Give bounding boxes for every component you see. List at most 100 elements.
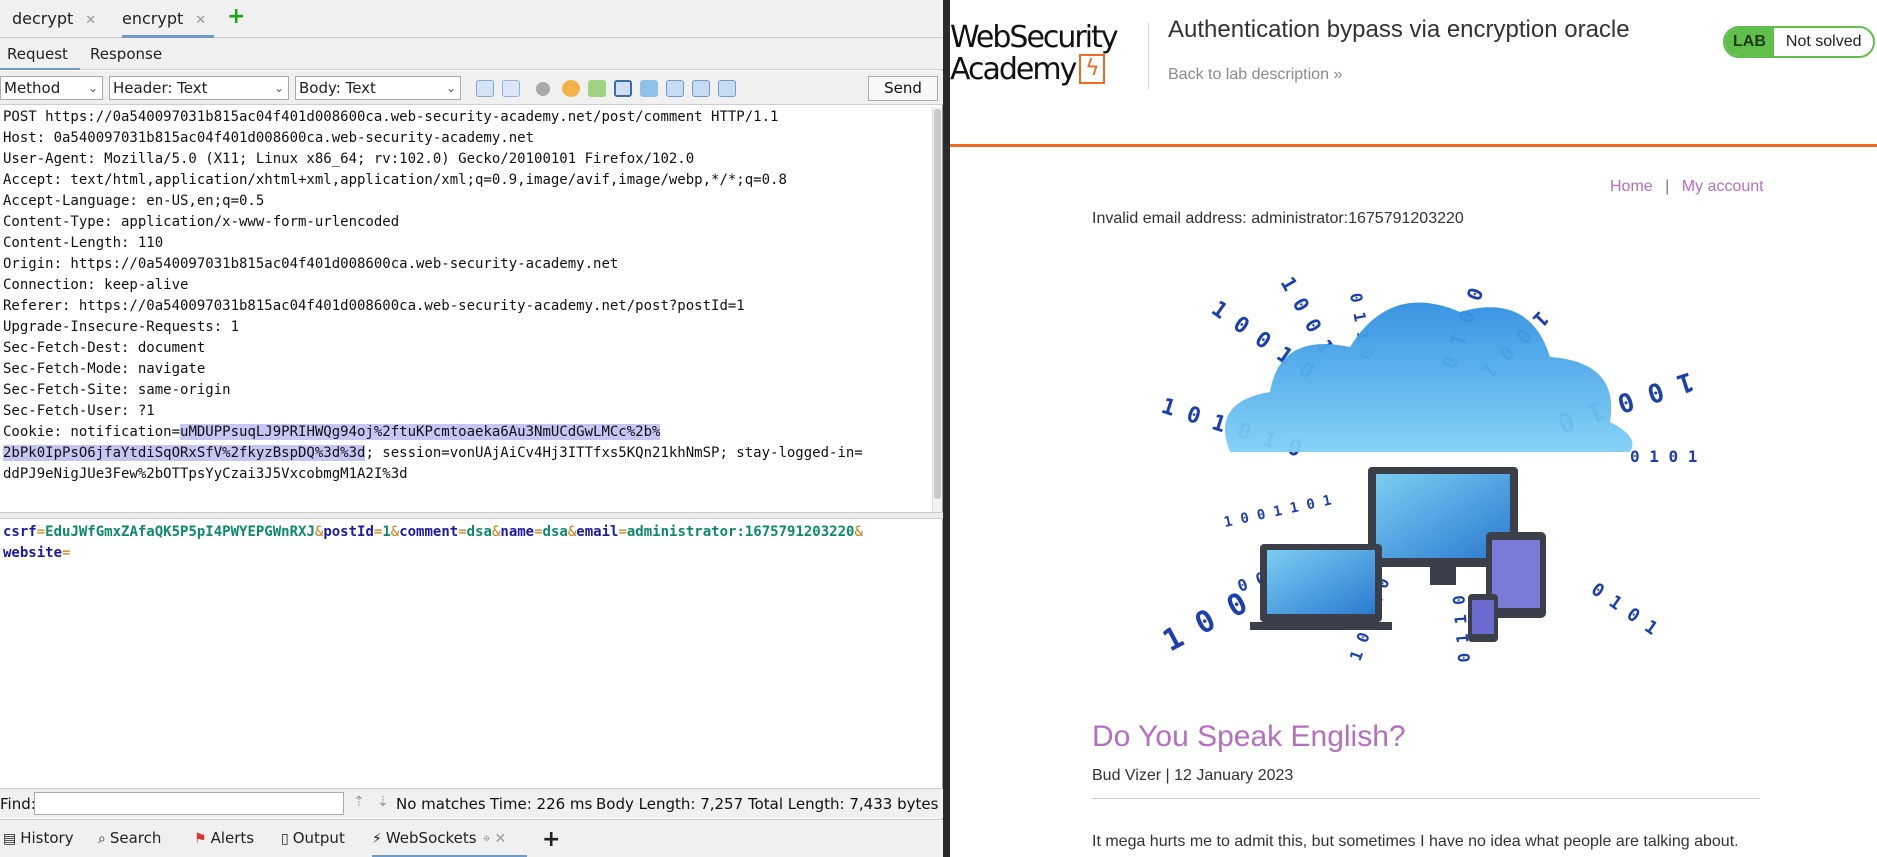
tab-websockets-label: WebSockets — [385, 829, 477, 847]
layout-split-icon[interactable] — [502, 80, 520, 97]
pin-icon[interactable]: ⌖ — [483, 821, 491, 857]
request-line: Sec-Fetch-Mode: navigate — [3, 361, 206, 377]
logo-line-2: Academy — [950, 52, 1077, 87]
find-input[interactable] — [34, 792, 344, 815]
find-matches: No matches — [396, 795, 486, 813]
request-line: Connection: keep-alive — [3, 277, 189, 293]
close-icon[interactable]: ✕ — [494, 821, 506, 857]
param-key: comment — [399, 524, 459, 540]
expand-icon[interactable] — [614, 80, 632, 97]
cookie-line-2: 2bPk0IpPsO6jfaYtdiSqORxSfV%2fkyzBspDQ%3d… — [3, 443, 930, 464]
bottom-tabs: ▤ History ⌕ Search ⚑ Alerts ▯ Output ⚡ WebSoc… — [0, 819, 943, 857]
method-select[interactable]: Method ⌄ — [0, 76, 103, 100]
request-editor-pane: decrypt ✕ encrypt ✕ + Request Response Met… — [0, 0, 943, 857]
request-line: Content-Type: application/x-www-form-url… — [3, 214, 400, 230]
close-icon[interactable]: ✕ — [195, 13, 206, 28]
request-header-editor[interactable]: POST https://0a540097031b815ac04f401d008… — [0, 107, 930, 512]
view-side-by-side-icon[interactable] — [718, 80, 736, 97]
view-response-icon[interactable] — [692, 80, 710, 97]
split-handle[interactable] — [0, 512, 943, 519]
tab-search[interactable]: ⌕ Search — [98, 820, 161, 857]
find-label: Find: — [0, 795, 36, 813]
cloud-shape — [1225, 302, 1633, 452]
body-view-select[interactable]: Body: Text ⌄ — [295, 76, 461, 100]
arrow-up-icon[interactable]: ⇡ — [353, 794, 365, 810]
script-tabs: decrypt ✕ encrypt ✕ + — [0, 0, 943, 38]
request-line: Accept: text/html,application/xhtml+xml,… — [3, 172, 787, 188]
tab-decrypt-label: decrypt — [12, 9, 74, 28]
logo-line-1: WebSecurity — [950, 20, 1119, 55]
svg-text:1 0 0 1 1 0 1: 1 0 0 1 1 0 1 — [1223, 492, 1334, 530]
request-toolbar: Method ⌄ Header: Text ⌄ Body: Text ⌄ Send — [0, 71, 943, 105]
chevron-down-icon: ⌄ — [445, 81, 456, 95]
request-body-editor[interactable]: csrf=EduJWfGmxZAfaQK5P5pI4PWYEPGWnRXJ&po… — [3, 522, 933, 564]
flag-icon: ⚑ — [194, 831, 207, 847]
top-nav: Home | My account — [1610, 178, 1764, 196]
web-security-academy-logo[interactable]: WebSecurity Academy ϟ — [950, 22, 1140, 86]
method-select-value: Method — [4, 79, 61, 97]
chevron-right-icon: » — [1333, 66, 1343, 83]
tab-request[interactable]: Request — [0, 38, 80, 70]
follow-redirect-icon[interactable] — [588, 80, 606, 97]
tab-history[interactable]: ▤ History — [3, 820, 74, 857]
scrollbar-thumb[interactable] — [934, 109, 941, 499]
fuzz-icon[interactable] — [640, 80, 658, 97]
param-key: website — [3, 545, 63, 561]
tab-output[interactable]: ▯ Output — [281, 820, 345, 857]
document-icon: ▯ — [281, 831, 289, 847]
request-line: Sec-Fetch-Dest: document — [3, 340, 206, 356]
breakpoint-icon[interactable] — [536, 82, 550, 96]
request-line: Sec-Fetch-User: ?1 — [3, 403, 155, 419]
request-line: Referer: https://0a540097031b815ac04f401… — [3, 298, 745, 314]
lightning-icon: ϟ — [1079, 54, 1106, 84]
nav-my-account-link[interactable]: My account — [1682, 178, 1764, 195]
add-tab-icon[interactable]: + — [542, 822, 560, 857]
tab-alerts[interactable]: ⚑ Alerts — [194, 820, 254, 857]
request-line: Host: 0a540097031b815ac04f401d008600ca.w… — [3, 130, 535, 146]
close-icon[interactable]: ✕ — [85, 13, 96, 28]
devices — [1250, 467, 1546, 642]
view-request-icon[interactable] — [666, 80, 684, 97]
tab-response[interactable]: Response — [90, 38, 162, 70]
request-response-tabs: Request Response — [0, 38, 943, 70]
param-key: email — [576, 524, 619, 540]
tab-alerts-label: Alerts — [210, 829, 255, 847]
lab-title: Authentication bypass via encryption ora… — [1168, 16, 1630, 43]
body-line-2: website= — [3, 545, 71, 561]
request-line: User-Agent: Mozilla/5.0 (X11; Linux x86_… — [3, 151, 695, 167]
post-excerpt: It mega hurts me to admit this, but some… — [1092, 833, 1739, 850]
history-icon: ▤ — [3, 831, 17, 847]
body-view-value: Body: Text — [299, 79, 376, 97]
nav-home-link[interactable]: Home — [1610, 178, 1653, 195]
pane-divider[interactable] — [943, 0, 950, 857]
response-time: Time: 226 ms — [490, 795, 593, 813]
body-line-1: csrf=EduJWfGmxZAfaQK5P5pI4PWYEPGWnRXJ&po… — [3, 524, 863, 540]
tab-encrypt[interactable]: encrypt ✕ — [122, 0, 214, 38]
add-tab-icon[interactable]: + — [227, 4, 245, 29]
tab-decrypt[interactable]: decrypt ✕ — [12, 0, 122, 38]
search-icon: ⌕ — [98, 831, 106, 847]
arrow-down-icon[interactable]: ⇣ — [377, 794, 389, 810]
request-line: Upgrade-Insecure-Requests: 1 — [3, 319, 240, 335]
post-title-link[interactable]: Do You Speak English? — [1092, 720, 1406, 754]
tab-output-label: Output — [292, 829, 345, 847]
cookie-line: Cookie: notification=uMDUPPsuqLJ9PRIHWQg… — [3, 422, 930, 443]
cookie-selection-cont: 2bPk0IpPsO6jfaYtdiSqORxSfV%2fkyzBspDQ%3d… — [3, 445, 366, 461]
back-to-description-link[interactable]: Back to lab description » — [1168, 66, 1342, 84]
tab-search-label: Search — [109, 829, 162, 847]
header-view-select[interactable]: Header: Text ⌄ — [109, 76, 289, 100]
header-rule — [950, 144, 1877, 147]
param-value: EduJWfGmxZAfaQK5P5pI4PWYEPGWnRXJ — [45, 524, 315, 540]
find-bar: Find: ⇡ ⇣ No matches Time: 226 ms Body L… — [0, 788, 943, 818]
cookie-prefix: Cookie: notification= — [3, 424, 181, 440]
send-button[interactable]: Send — [868, 76, 938, 101]
header-scrollbar[interactable] — [932, 107, 942, 512]
total-length: Total Length: 7,433 bytes — [748, 795, 939, 813]
layout-tabs-icon[interactable] — [476, 80, 494, 97]
cookie-icon[interactable] — [562, 80, 580, 97]
cookie-line-3: ddPJ9eNigJUe3Few%2bOTTpsYyCzai3J5Vxcobmg… — [3, 466, 408, 482]
cookie-selection: uMDUPPsuqLJ9PRIHWQg94oj%2ftuKPcmtoaeka6A… — [180, 424, 661, 440]
request-line: Accept-Language: en-US,en;q=0.5 — [3, 193, 265, 209]
tab-encrypt-label: encrypt — [122, 9, 184, 28]
tab-websockets[interactable]: ⚡ WebSockets ⌖ ✕ — [372, 820, 527, 857]
